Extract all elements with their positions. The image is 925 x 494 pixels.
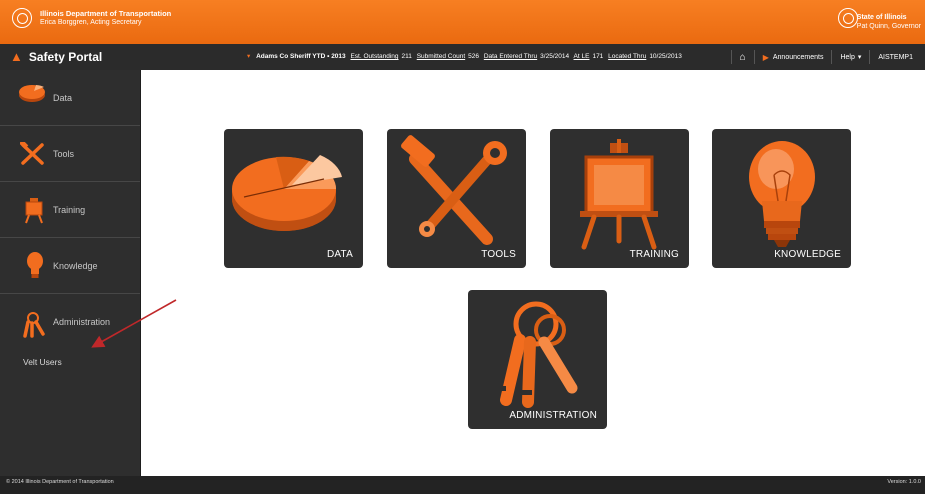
road-logo-icon: ▲ bbox=[10, 49, 23, 64]
easel-icon bbox=[580, 139, 658, 250]
sidebar-item-label: Administration bbox=[53, 317, 111, 327]
org-title: Illinois Department of Transportation Er… bbox=[40, 9, 172, 26]
state-seal-icon bbox=[838, 8, 858, 28]
keys-icon bbox=[496, 301, 578, 408]
arrow-icon: ▶ bbox=[762, 52, 769, 62]
chevron-down-icon: ▾ bbox=[857, 54, 862, 61]
version-text: Version: 1.0.0 bbox=[887, 479, 921, 485]
easel-icon bbox=[25, 198, 43, 224]
stats-bar: ▾ Adams Co Sheriff YTD • 2013 Est. Outst… bbox=[247, 52, 685, 60]
sidebar-item-label: Knowledge bbox=[53, 261, 98, 271]
tools-icon bbox=[20, 142, 44, 165]
top-navbar: ▲ Safety Portal ▾ Adams Co Sheriff YTD • … bbox=[0, 44, 925, 71]
sidebar-item-label: Data bbox=[53, 93, 73, 103]
tile-data[interactable]: DATA bbox=[224, 129, 363, 268]
tile-administration[interactable]: ADMINISTRATION bbox=[468, 290, 607, 429]
stat-label[interactable]: At LE bbox=[574, 53, 590, 60]
tools-icon bbox=[401, 135, 507, 245]
tile-knowledge[interactable]: KNOWLEDGE bbox=[712, 129, 851, 268]
tile-label: KNOWLEDGE bbox=[774, 249, 841, 260]
stat-value: 211 bbox=[401, 53, 412, 60]
sidebar-item-administration[interactable]: Administration bbox=[0, 294, 140, 364]
footer: © 2014 Illinois Department of Transporta… bbox=[0, 476, 925, 494]
stat-label[interactable]: Submitted Count bbox=[417, 53, 465, 60]
sidebar-item-training[interactable]: Training bbox=[0, 182, 140, 238]
tile-label: TOOLS bbox=[481, 249, 516, 260]
sidebar-subitem-velt-users[interactable]: Velt Users bbox=[23, 357, 62, 367]
stat-label[interactable]: Est. Outstanding bbox=[350, 53, 398, 60]
idot-seal-icon bbox=[12, 8, 32, 28]
top-banner: Illinois Department of Transportation Er… bbox=[0, 0, 925, 44]
sidebar-item-tools[interactable]: Tools bbox=[0, 126, 140, 182]
nav-right: ⌂ ▶ Announcements Help ▾ AISTEMP1 bbox=[730, 44, 921, 70]
tile-tools[interactable]: TOOLS bbox=[387, 129, 526, 268]
sidebar-item-knowledge[interactable]: Knowledge bbox=[0, 238, 140, 294]
dropdown-arrow-icon[interactable]: ▾ bbox=[247, 53, 250, 60]
keys-icon bbox=[23, 312, 45, 338]
tile-label: ADMINISTRATION bbox=[509, 410, 597, 421]
state-title: State of Illinois Pat Quinn, Governor bbox=[856, 14, 921, 30]
home-icon[interactable]: ⌂ bbox=[730, 50, 754, 64]
sidebar-item-label: Tools bbox=[53, 149, 75, 159]
brand[interactable]: ▲ Safety Portal bbox=[10, 49, 102, 64]
tile-label: TRAINING bbox=[629, 249, 679, 260]
lightbulb-icon bbox=[749, 141, 815, 247]
lightbulb-icon bbox=[27, 252, 43, 278]
stat-value: 10/25/2013 bbox=[649, 53, 682, 60]
help-menu[interactable]: Help ▾ bbox=[831, 50, 869, 64]
agency-selector[interactable]: Adams Co Sheriff YTD • 2013 bbox=[256, 53, 346, 60]
pie-chart-icon bbox=[232, 155, 342, 231]
stat-value: 171 bbox=[592, 53, 604, 60]
sidebar: Data Tools Training Knowledge Administra… bbox=[0, 70, 141, 476]
stat-value: 3/25/2014 bbox=[540, 53, 570, 60]
sidebar-item-label: Training bbox=[53, 205, 86, 215]
announcements-link[interactable]: ▶ Announcements bbox=[753, 50, 832, 64]
stat-label[interactable]: Located Thru bbox=[608, 53, 646, 60]
sidebar-item-data[interactable]: Data bbox=[0, 70, 140, 126]
pie-chart-icon bbox=[19, 85, 45, 102]
tile-label: DATA bbox=[327, 249, 353, 260]
stat-label[interactable]: Data Entered Thru bbox=[484, 53, 537, 60]
copyright-text: © 2014 Illinois Department of Transporta… bbox=[6, 479, 114, 485]
tile-training[interactable]: TRAINING bbox=[550, 129, 689, 268]
user-menu[interactable]: AISTEMP1 bbox=[869, 50, 921, 64]
stat-value: 526 bbox=[468, 53, 479, 60]
main-content: DATA TOOLS TRAINING KNOWLEDGE ADMINISTRA… bbox=[141, 70, 925, 476]
